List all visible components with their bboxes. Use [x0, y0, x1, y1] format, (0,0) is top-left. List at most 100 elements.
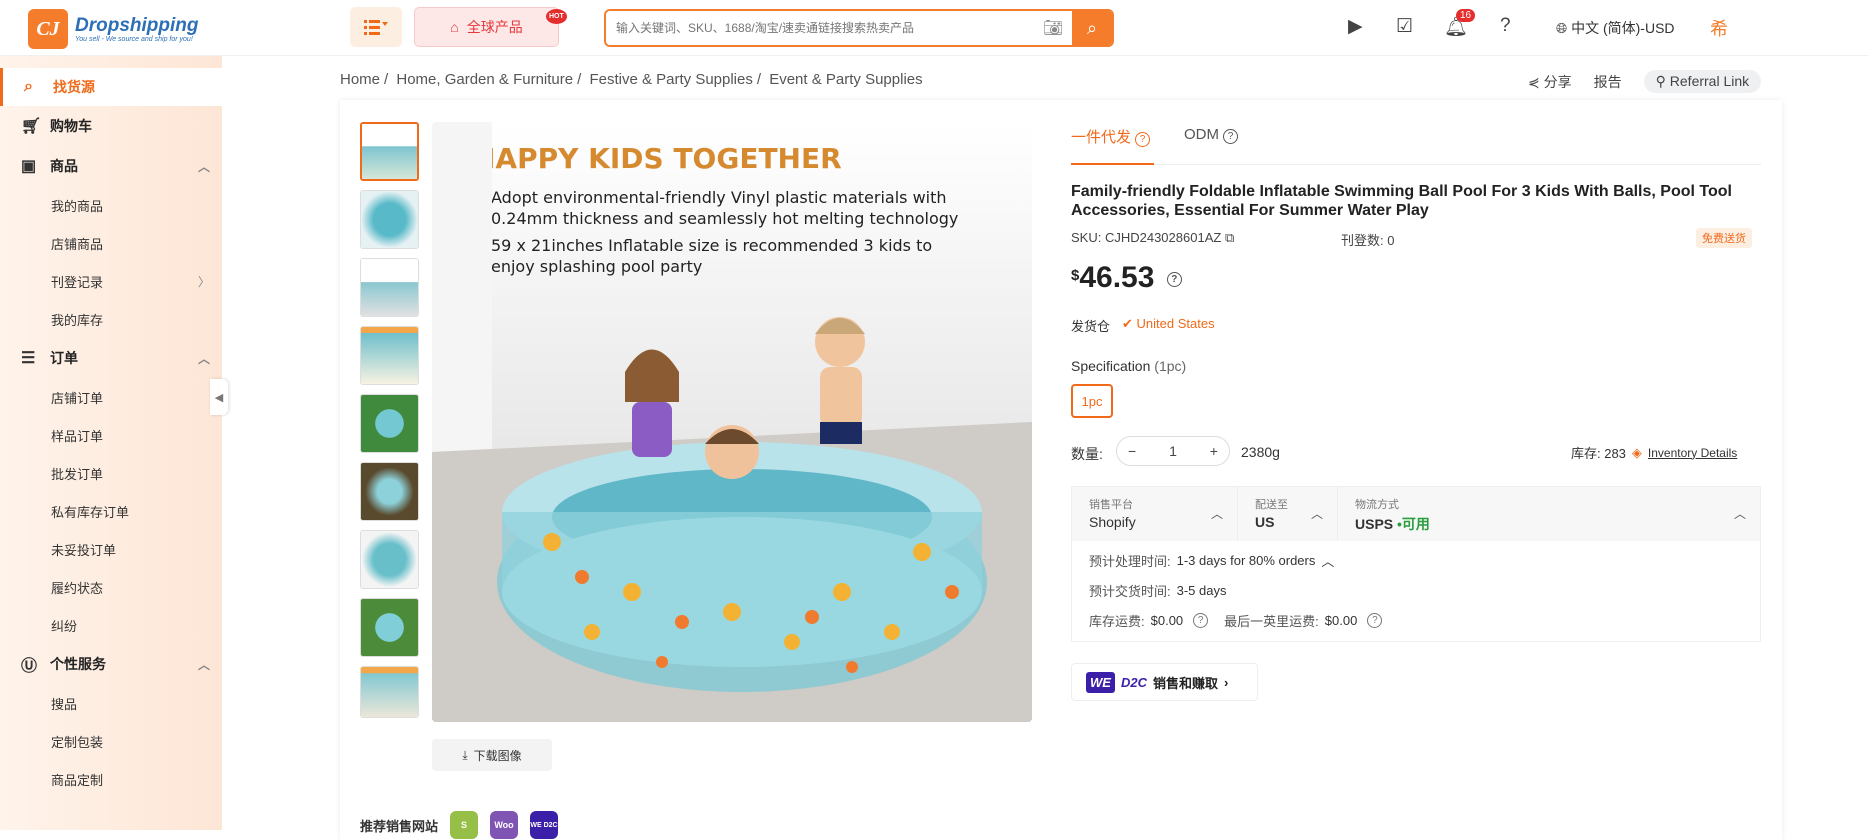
minus-button[interactable]: −: [1128, 443, 1136, 459]
globe-icon: 🌐︎: [1556, 20, 1568, 36]
sidebar-item-product-customization[interactable]: 商品定制: [0, 760, 222, 798]
spec-hint: (1pc): [1154, 358, 1187, 374]
list-menu-icon: [364, 20, 388, 35]
ship-from-warehouse[interactable]: ✔ United States: [1122, 316, 1215, 335]
breadcrumb-item[interactable]: Festive & Party Supplies: [589, 71, 752, 88]
spec-option[interactable]: 1pc: [1071, 384, 1113, 418]
report-button[interactable]: 报告: [1594, 72, 1622, 92]
product-title: Family-friendly Foldable Inflatable Swim…: [1071, 183, 1732, 219]
thumbnail[interactable]: [360, 462, 419, 521]
sku-text: SKU: CJHD243028601AZ ⧉: [1071, 230, 1234, 246]
method-value: USPS: [1355, 516, 1394, 532]
main-product-image[interactable]: HAPPY KIDS TOGETHER Adopt environmental-…: [432, 122, 1032, 722]
logo[interactable]: CJ Dropshipping You sell - We source and…: [28, 9, 198, 49]
thumbnail[interactable]: [360, 190, 419, 249]
thumbnail[interactable]: [360, 326, 419, 385]
wed2c-icon[interactable]: WE D2C: [530, 811, 559, 839]
thumbnail[interactable]: [360, 394, 419, 453]
share-icon: ⋞: [1528, 73, 1544, 90]
shipping-method-select[interactable]: 物流方式 USPS •可用 ︿: [1338, 487, 1760, 541]
search-input[interactable]: [606, 11, 1034, 45]
top-links: ⋞ 分享 报告 ⚲ Referral Link: [1528, 70, 1762, 93]
sidebar-item-sourcing[interactable]: ⌕ 找货源: [0, 68, 222, 106]
question-icon[interactable]: ?: [1193, 612, 1209, 628]
free-shipping-badge: 免费送货: [1696, 228, 1752, 248]
ship-from: 发货仓 ✔ United States: [1071, 316, 1215, 335]
question-icon[interactable]: ?: [1223, 129, 1239, 144]
delivery-label: 预计交货时间:: [1089, 583, 1171, 599]
breadcrumb-item[interactable]: Home, Garden & Furniture: [396, 71, 573, 88]
thumbnail[interactable]: [360, 258, 419, 317]
tab-odm[interactable]: ODM?: [1184, 118, 1239, 165]
search-icon: ⌕: [1086, 17, 1098, 38]
price: $46.53 ?: [1071, 261, 1182, 295]
task-icon[interactable]: ☑: [1396, 15, 1413, 38]
sidebar-item-custom-packaging[interactable]: 定制包装: [0, 722, 222, 760]
sidebar-collapse-button[interactable]: ◀: [210, 379, 228, 415]
sidebar-group-services[interactable]: Ⓤ 个性服务 ︿: [0, 644, 222, 684]
breadcrumb-item[interactable]: Event & Party Supplies: [769, 71, 922, 88]
thumbnail[interactable]: [360, 598, 419, 657]
wed2c-button[interactable]: WE D2C 销售和赚取 ›: [1071, 663, 1258, 701]
breadcrumb-item[interactable]: Home: [340, 71, 380, 88]
sidebar-item-my-products[interactable]: 我的商品: [0, 186, 222, 224]
copy-icon[interactable]: ⧉: [1225, 230, 1234, 245]
thumbnail[interactable]: [360, 122, 419, 181]
question-icon[interactable]: ?: [1135, 132, 1151, 147]
sidebar-item-sample-orders[interactable]: 样品订单: [0, 416, 222, 454]
top-header: CJ Dropshipping You sell - We source and…: [0, 0, 1868, 56]
sidebar-item-disputes[interactable]: 纠纷: [0, 606, 222, 644]
video-icon[interactable]: ▶: [1348, 15, 1363, 38]
sidebar-item-my-inventory[interactable]: 我的库存: [0, 300, 222, 338]
thumbnail[interactable]: [360, 666, 419, 718]
download-images-button[interactable]: ⤓ 下载图像: [432, 739, 552, 771]
category-menu-button[interactable]: [350, 7, 402, 47]
global-products-button[interactable]: ⌂ 全球产品: [414, 7, 559, 47]
help-icon[interactable]: ?: [1500, 15, 1511, 37]
sidebar-group-products[interactable]: ▣ 商品 ︿: [0, 146, 222, 186]
thumbnail[interactable]: [360, 530, 419, 589]
sidebar-item-private-inventory-orders[interactable]: 私有库存订单: [0, 492, 222, 530]
stock-info-icon: ◈: [1631, 444, 1642, 460]
orders-icon: ☰: [21, 350, 36, 367]
chevron-up-icon: ︿: [1321, 553, 1335, 569]
sidebar-item-undelivered-orders[interactable]: 未妥投订单: [0, 530, 222, 568]
plus-button[interactable]: +: [1210, 443, 1218, 459]
woocommerce-icon[interactable]: Woo: [490, 811, 519, 839]
sidebar-item-wholesale-orders[interactable]: 批发订单: [0, 454, 222, 492]
destination-select[interactable]: 配送至 US ︿: [1238, 487, 1338, 541]
stock-label: 库存: 283: [1571, 446, 1626, 461]
question-icon[interactable]: ?: [1367, 612, 1383, 628]
language-selector[interactable]: 🌐︎ 中文 (简体)-USD: [1556, 18, 1675, 38]
tab-dropshipping[interactable]: 一件代发?: [1071, 118, 1155, 165]
search-button[interactable]: ⌕: [1072, 11, 1112, 45]
inventory-details-link[interactable]: Inventory Details: [1648, 446, 1737, 460]
sidebar-item-store-products[interactable]: 店铺商品: [0, 224, 222, 262]
referral-link-button[interactable]: ⚲ Referral Link: [1643, 70, 1762, 93]
quantity-label: 数量:: [1071, 446, 1103, 462]
sidebar-group-orders[interactable]: ☰ 订单 ︿: [0, 338, 222, 378]
spec-label: Specification: [1071, 358, 1151, 374]
question-icon[interactable]: ?: [1166, 271, 1182, 287]
shopify-icon[interactable]: S: [450, 811, 479, 839]
link-icon: ⚲: [1655, 73, 1670, 89]
sidebar-item-cart[interactable]: 🛒︎ 购物车: [0, 106, 222, 146]
services-icon: Ⓤ: [21, 658, 38, 675]
sidebar-item-store-orders[interactable]: 店铺订单: [0, 378, 222, 416]
sidebar-item-sourcing-request[interactable]: 搜品: [0, 684, 222, 722]
sidebar-item-listing-records[interactable]: 刊登记录 〉: [0, 262, 222, 300]
tab-label: 一件代发: [1071, 129, 1132, 146]
avatar[interactable]: 希: [1710, 15, 1728, 41]
fees-row: 库存运费: $0.00 ? 最后一英里运费: $0.00 ?: [1072, 605, 1760, 635]
processing-time-row[interactable]: 预计处理时间: 1-3 days for 80% orders ︿: [1072, 545, 1760, 575]
camera-icon[interactable]: 📷︎: [1034, 11, 1072, 45]
sidebar-item-fulfillment-status[interactable]: 履约状态: [0, 568, 222, 606]
logo-tagline: You sell - We source and ship for you!: [75, 35, 193, 43]
quantity-value[interactable]: 1: [1169, 443, 1177, 459]
recommended-sites-label: 推荐销售网站: [360, 818, 439, 834]
sales-platform-select[interactable]: 销售平台 Shopify ︿: [1072, 487, 1238, 541]
warehouse-label: United States: [1136, 316, 1215, 331]
share-button[interactable]: ⋞ 分享: [1528, 72, 1572, 92]
chevron-up-icon: ︿: [1733, 507, 1746, 521]
recommended-sites: 推荐销售网站 S Woo WE D2C: [360, 811, 559, 839]
